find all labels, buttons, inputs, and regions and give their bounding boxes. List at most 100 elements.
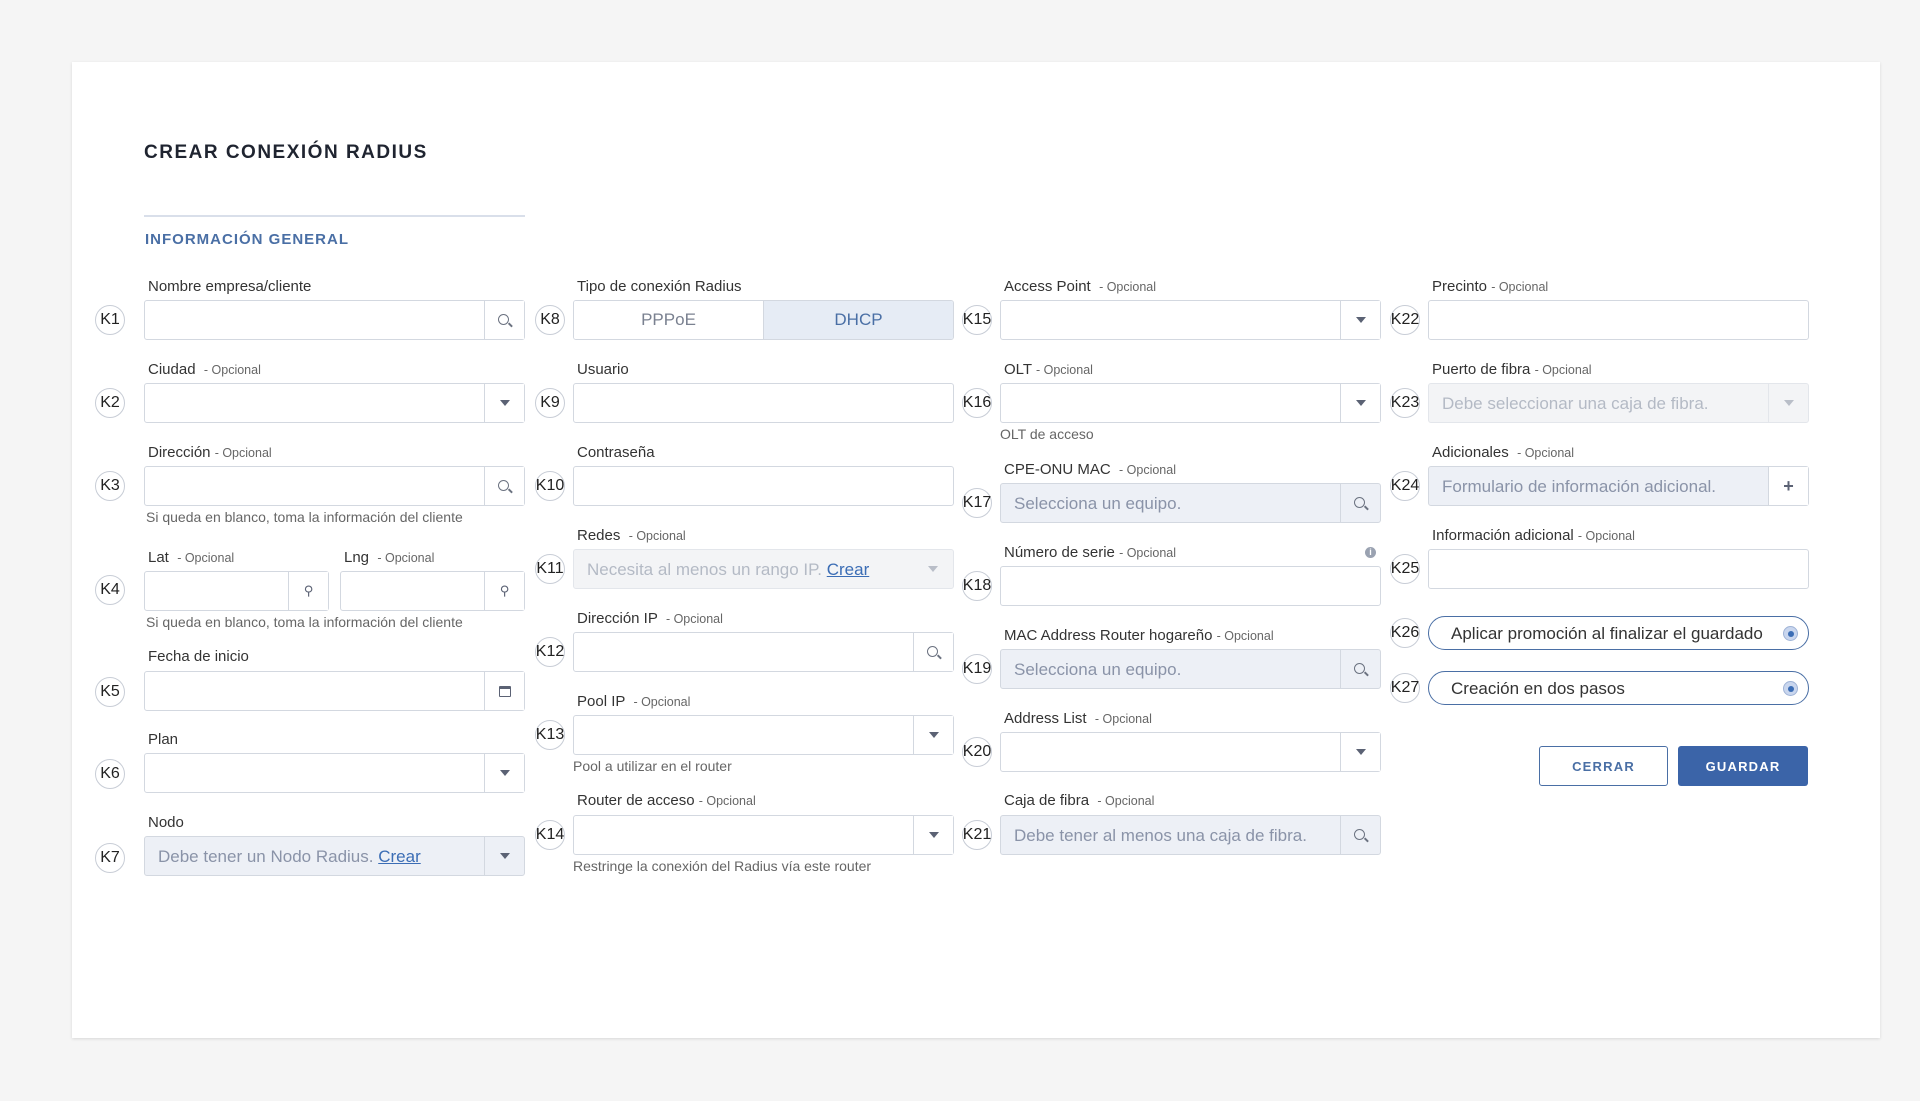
label-usuario: Usuario: [577, 361, 629, 378]
section-title: INFORMACIÓN GENERAL: [145, 231, 349, 248]
mac-placeholder: Selecciona un equipo.: [1014, 660, 1182, 679]
adicionales-input[interactable]: Formulario de información adicional. +: [1428, 466, 1809, 506]
marker-k22: K22: [1390, 305, 1420, 335]
marker-k13: K13: [535, 720, 565, 750]
page-title: CREAR CONEXIÓN RADIUS: [144, 142, 428, 163]
caret-down-icon[interactable]: [1768, 384, 1808, 422]
label-info-adicional: Información adicional - Opcional: [1432, 527, 1635, 544]
caret-down-icon[interactable]: [1340, 733, 1380, 771]
info-adicional-input[interactable]: [1428, 549, 1809, 589]
caret-down-icon[interactable]: [913, 716, 953, 754]
caret-down-icon[interactable]: [1340, 301, 1380, 339]
marker-k12: K12: [535, 637, 565, 667]
toggle-radio-icon[interactable]: [1783, 681, 1798, 696]
plus-icon[interactable]: +: [1768, 467, 1808, 505]
caret-down-icon[interactable]: [913, 816, 953, 854]
marker-k26: K26: [1390, 618, 1420, 648]
creacion-dos-pasos-toggle[interactable]: Creación en dos pasos: [1428, 671, 1809, 705]
puerto-fibra-select[interactable]: Debe seleccionar una caja de fibra.: [1428, 383, 1809, 423]
label-adicionales: Adicionales - Opcional: [1432, 444, 1575, 461]
label-numero-serie: Número de serie - Opcional: [1004, 544, 1177, 561]
label-fecha: Fecha de inicio: [148, 648, 249, 665]
caret-down-icon[interactable]: [1340, 384, 1380, 422]
marker-k23: K23: [1390, 388, 1420, 418]
map-pin-icon[interactable]: ⚲: [288, 572, 328, 610]
redes-placeholder: Necesita al menos un rango IP. Crear: [587, 560, 870, 579]
map-pin-icon[interactable]: ⚲: [484, 572, 524, 610]
creacion-dos-pasos-label: Creación en dos pasos: [1451, 679, 1625, 698]
redes-select[interactable]: Necesita al menos un rango IP. Crear: [573, 549, 954, 589]
mac-router-input[interactable]: Selecciona un equipo.: [1000, 649, 1381, 689]
marker-k3: K3: [95, 471, 125, 501]
router-acceso-select[interactable]: [573, 815, 954, 855]
direccion-ip-input[interactable]: [573, 632, 954, 672]
search-icon[interactable]: [484, 467, 524, 505]
marker-k17: K17: [962, 488, 992, 518]
tipo-pppoe-option[interactable]: PPPoE: [574, 301, 764, 339]
pool-ip-select[interactable]: [573, 715, 954, 755]
caret-down-icon[interactable]: [484, 754, 524, 792]
caja-fibra-input[interactable]: Debe tener al menos una caja de fibra.: [1000, 815, 1381, 855]
label-contrasena: Contraseña: [577, 444, 655, 461]
search-icon[interactable]: [1340, 816, 1380, 854]
aplicar-promocion-label: Aplicar promoción al finalizar el guarda…: [1451, 624, 1763, 643]
cpe-placeholder: Selecciona un equipo.: [1014, 494, 1182, 513]
nodo-select[interactable]: Debe tener un Nodo Radius. Crear: [144, 836, 525, 876]
label-precinto: Precinto - Opcional: [1432, 278, 1549, 295]
pool-ip-help: Pool a utilizar en el router: [573, 758, 732, 774]
direccion-input[interactable]: [144, 466, 525, 506]
caret-down-icon[interactable]: [484, 384, 524, 422]
search-icon[interactable]: [484, 301, 524, 339]
label-cpe-onu-mac: CPE-ONU MAC - Opcional: [1004, 461, 1176, 478]
olt-help: OLT de acceso: [1000, 426, 1094, 442]
tipo-conexion-toggle: PPPoE DHCP: [573, 300, 954, 340]
label-direccion-ip: Dirección IP - Opcional: [577, 610, 723, 627]
calendar-icon[interactable]: [484, 672, 524, 710]
toggle-radio-icon[interactable]: [1783, 626, 1798, 641]
cpe-onu-mac-input[interactable]: Selecciona un equipo.: [1000, 483, 1381, 523]
label-nombre: Nombre empresa/cliente: [148, 278, 312, 295]
marker-k1: K1: [95, 305, 125, 335]
olt-select[interactable]: [1000, 383, 1381, 423]
label-direccion: Dirección - Opcional: [148, 444, 272, 461]
info-icon[interactable]: i: [1365, 547, 1376, 558]
fecha-inicio-input[interactable]: [144, 671, 525, 711]
ciudad-select[interactable]: [144, 383, 525, 423]
numero-serie-input[interactable]: [1000, 566, 1381, 606]
crear-redes-link[interactable]: Crear: [827, 560, 870, 579]
precinto-input[interactable]: [1428, 300, 1809, 340]
cerrar-button[interactable]: CERRAR: [1539, 746, 1668, 786]
direccion-help: Si queda en blanco, toma la información …: [146, 509, 463, 525]
crear-nodo-link[interactable]: Crear: [378, 847, 421, 866]
aplicar-promocion-toggle[interactable]: Aplicar promoción al finalizar el guarda…: [1428, 616, 1809, 650]
contrasena-input[interactable]: [573, 466, 954, 506]
latlng-help: Si queda en blanco, toma la información …: [146, 614, 463, 630]
search-icon[interactable]: [913, 633, 953, 671]
plan-select[interactable]: [144, 753, 525, 793]
caret-down-icon[interactable]: [913, 550, 953, 588]
marker-k2: K2: [95, 388, 125, 418]
tipo-dhcp-option[interactable]: DHCP: [764, 301, 953, 339]
label-tipo-conexion: Tipo de conexión Radius: [577, 278, 742, 295]
lng-input[interactable]: ⚲: [340, 571, 525, 611]
address-list-select[interactable]: [1000, 732, 1381, 772]
nodo-placeholder: Debe tener un Nodo Radius. Crear: [158, 847, 421, 866]
label-ciudad: Ciudad - Opcional: [148, 361, 261, 378]
marker-k20: K20: [962, 737, 992, 767]
lat-input[interactable]: ⚲: [144, 571, 329, 611]
caret-down-icon[interactable]: [484, 837, 524, 875]
label-address-list: Address List - Opcional: [1004, 710, 1152, 727]
nombre-cliente-input[interactable]: [144, 300, 525, 340]
label-router-acceso: Router de acceso - Opcional: [577, 792, 756, 809]
marker-k16: K16: [962, 388, 992, 418]
search-icon[interactable]: [1340, 484, 1380, 522]
marker-k4: K4: [95, 575, 125, 605]
label-lng: Lng - Opcional: [344, 549, 435, 566]
marker-k27: K27: [1390, 673, 1420, 703]
guardar-button[interactable]: GUARDAR: [1678, 746, 1808, 786]
access-point-select[interactable]: [1000, 300, 1381, 340]
marker-k21: K21: [962, 820, 992, 850]
search-icon[interactable]: [1340, 650, 1380, 688]
usuario-input[interactable]: [573, 383, 954, 423]
label-puerto-fibra: Puerto de fibra - Opcional: [1432, 361, 1592, 378]
